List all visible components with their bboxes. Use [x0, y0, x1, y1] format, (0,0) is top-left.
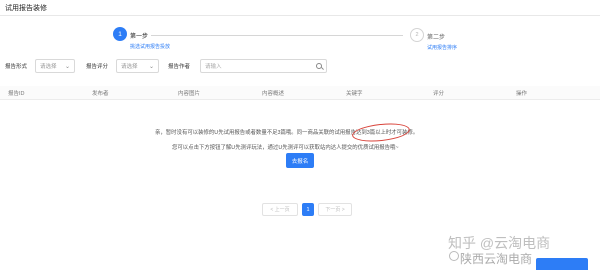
report-author-label: 报告作者	[168, 64, 191, 70]
report-rating-select-value: 请选择	[121, 64, 138, 70]
table-header	[0, 86, 600, 100]
step-1-title: 第一步	[130, 34, 149, 40]
corner-action-button[interactable]	[536, 258, 588, 270]
step-2-indicator: 2	[410, 28, 424, 42]
report-form-select-value: 请选择	[40, 64, 57, 70]
column-header-keywords: 关键字	[346, 91, 363, 97]
step-connector	[151, 35, 403, 36]
next-page-button[interactable]: 下一页 >	[318, 203, 352, 216]
empty-state-hint: 您可以点击下方按钮了解U先测评玩法，通过U先测评可以获取站内达人提交的优质试用报…	[172, 145, 399, 151]
current-page-number[interactable]: 1	[302, 203, 314, 216]
search-icon[interactable]	[316, 63, 322, 69]
column-header-rating: 评分	[433, 91, 445, 97]
annotation-circle	[351, 121, 411, 144]
report-author-input[interactable]: 请输入	[200, 59, 327, 73]
report-author-placeholder: 请输入	[205, 64, 222, 70]
watermark-logo-icon	[449, 251, 459, 261]
report-rating-label: 报告评分	[86, 64, 109, 70]
report-form-select[interactable]: 请选择 ⌄	[35, 59, 75, 73]
page-title: 试用报告装修	[5, 5, 47, 12]
chevron-down-icon: ⌄	[64, 63, 70, 70]
title-divider	[0, 15, 600, 16]
chevron-down-icon: ⌄	[148, 63, 154, 70]
go-register-button[interactable]: 去报名	[286, 153, 314, 168]
report-form-label: 报告形式	[5, 64, 28, 70]
step-2-description: 试用报告排序	[427, 45, 458, 51]
report-rating-select[interactable]: 请选择 ⌄	[116, 59, 159, 73]
watermark-company: 陕西云淘电商	[460, 252, 533, 266]
column-header-actions: 操作	[516, 91, 528, 97]
step-2-title: 第二步	[427, 35, 446, 41]
step-1-description: 挑选试用报告投放	[130, 44, 171, 50]
column-header-publisher: 发布者	[92, 91, 109, 97]
column-header-report-id: 报告ID	[8, 91, 25, 97]
column-header-images: 内容图片	[178, 91, 201, 97]
step-1-indicator: 1	[113, 27, 127, 41]
column-header-summary: 内容概述	[262, 91, 285, 97]
prev-page-button[interactable]: < 上一页	[262, 203, 298, 216]
